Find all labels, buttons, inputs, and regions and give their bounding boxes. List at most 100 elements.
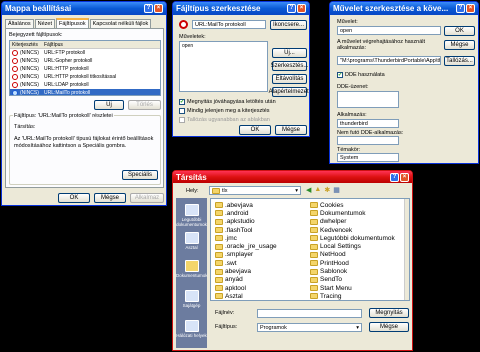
place-my-computer[interactable]: Sajátgép [176, 290, 207, 308]
row-file-type: URL:HTTP protokoll [44, 66, 89, 72]
folder-item[interactable]: Kedvencek [310, 226, 402, 234]
folder-item[interactable]: anyád [215, 276, 310, 284]
folder-item[interactable]: PrintHood [310, 259, 402, 267]
help-icon[interactable]: ? [144, 4, 153, 13]
remove-action-button[interactable]: Eltávolítás [272, 74, 307, 84]
topic-field[interactable]: System [337, 153, 399, 162]
close-icon[interactable]: × [297, 4, 306, 13]
cancel-button[interactable]: Mégse [94, 193, 126, 203]
type-name-field[interactable]: URL:MailTo protokoll [192, 20, 266, 29]
help-icon[interactable]: ? [390, 172, 399, 182]
confirm-open-checkbox[interactable]: ✔ Megnyitás jóváhagyása letöltés után [179, 99, 276, 105]
place-desktop[interactable]: Asztal [176, 232, 207, 250]
folder-item[interactable]: Dokumentumok [310, 209, 402, 217]
close-icon[interactable]: × [400, 172, 409, 182]
new-type-button[interactable]: Új [94, 100, 124, 110]
folder-item[interactable]: .abevjava [215, 201, 310, 209]
folder-item[interactable]: Legutóbbi dokumentumok [310, 234, 402, 242]
folder-item[interactable]: .apkstudio [215, 218, 310, 226]
show-extension-checkbox[interactable]: Mindig jelenjen meg a kiterjesztés [179, 108, 270, 114]
new-action-button[interactable]: Új... [272, 48, 307, 58]
folder-item[interactable]: abevjava [215, 267, 310, 275]
action-name-field[interactable]: open [337, 26, 441, 35]
folder-item[interactable]: Start Menu [310, 284, 402, 292]
tab-offline-files[interactable]: Kapcsolat nélküli fájlok [89, 19, 152, 28]
advanced-button[interactable]: Speciális [122, 170, 158, 180]
close-icon[interactable]: × [154, 4, 163, 13]
tab-view[interactable]: Nézet [34, 19, 56, 28]
dde-application-field[interactable]: thunderbird [337, 119, 399, 128]
ok-button[interactable]: OK [444, 26, 475, 36]
filename-field[interactable] [257, 309, 362, 318]
view-menu-icon[interactable]: ▦ [333, 186, 340, 194]
cancel-button[interactable]: Mégse [275, 125, 307, 135]
folder-item[interactable]: Sablonok [310, 267, 402, 275]
use-dde-checkbox[interactable]: ✔ DDE használata [337, 72, 385, 78]
delete-type-button[interactable]: Törlés [128, 100, 161, 110]
folder-item[interactable]: .flashTool [215, 226, 310, 234]
file-types-list[interactable]: Kiterjesztés Fájltípus (NINCS) URL:FTP pr… [9, 40, 161, 96]
back-icon[interactable]: ◀ [306, 186, 311, 194]
folder-item[interactable]: .oracle_jre_usage [215, 242, 310, 250]
folder-item[interactable]: apktool [215, 284, 310, 292]
cancel-button[interactable]: Mégse [369, 322, 409, 332]
new-folder-icon[interactable]: ✱ [324, 186, 330, 194]
file-type-row[interactable]: (NINCS) URL:LDAP protokoll [10, 81, 160, 89]
folder-item[interactable]: Asztal [215, 292, 310, 300]
edit-action-titlebar[interactable]: Művelet szerkesztése a köve... ? × [330, 2, 478, 15]
dde-message-field[interactable] [337, 91, 399, 108]
col-file-type[interactable]: Fájltípus [44, 42, 63, 48]
set-default-button[interactable]: Alapértelmezett [269, 87, 309, 97]
ok-button[interactable]: OK [239, 125, 271, 135]
computer-icon [184, 290, 199, 302]
place-network[interactable]: Hálózati helyek [176, 320, 207, 338]
change-icon-button[interactable]: Ikoncsere... [270, 20, 307, 30]
tab-general[interactable]: Általános [5, 19, 34, 28]
open-button[interactable]: Megnyitás [369, 308, 409, 318]
close-icon[interactable]: × [466, 4, 475, 13]
help-icon[interactable]: ? [456, 4, 465, 13]
file-type-row[interactable]: (NINCS) URL:HTTP protokoll [10, 65, 160, 73]
folder-item[interactable]: .smplayer [215, 251, 310, 259]
cancel-button[interactable]: Mégse [444, 40, 475, 50]
application-path-field[interactable]: "M:\programs\ThunderbirdPortable\App\thu… [337, 56, 441, 65]
scrollbar[interactable] [404, 199, 409, 300]
look-in-dropdown[interactable]: tlx ▾ [209, 186, 301, 195]
ok-button[interactable]: OK [58, 193, 90, 203]
up-folder-icon[interactable]: ▲ [314, 186, 321, 194]
col-extension[interactable]: Kiterjesztés [10, 42, 44, 48]
folder-options-titlebar[interactable]: Mappa beállításai ? × [2, 2, 166, 15]
folder-item[interactable]: NetHood [310, 251, 402, 259]
file-type-row[interactable]: (NINCS) URL:MailTo protokoll [10, 89, 160, 95]
folder-item[interactable]: dwhelper [310, 218, 402, 226]
folder-item[interactable]: .swt [215, 259, 310, 267]
folder-icon [310, 202, 318, 209]
place-documents[interactable]: Dokumentumok [176, 260, 208, 278]
browse-button[interactable]: Tallózás... [444, 56, 475, 66]
folder-item[interactable]: .android [215, 209, 310, 217]
folder-item[interactable]: SendTo [310, 276, 402, 284]
filename-label: Fájlnév: [215, 310, 235, 316]
file-type-row[interactable]: (NINCS) URL:HTTP protokoll titkosítással [10, 73, 160, 81]
actions-list[interactable]: open [179, 41, 268, 92]
row-extension: (NINCS) [20, 50, 39, 56]
folder-item[interactable]: Cookies [310, 201, 402, 209]
edit-file-type-titlebar[interactable]: Fájltípus szerkesztése ? × [173, 2, 309, 15]
filetype-dropdown[interactable]: Programok ▾ [257, 323, 362, 332]
file-type-row[interactable]: (NINCS) URL:Gopher protokoll [10, 57, 160, 65]
folder-name: .swt [225, 259, 237, 267]
folder-item[interactable]: Local Settings [310, 242, 402, 250]
folder-item[interactable]: Tracing [310, 292, 402, 300]
folder-item[interactable]: .jmc [215, 234, 310, 242]
folder-icon [215, 202, 223, 209]
apply-button[interactable]: Alkalmaz [130, 193, 164, 203]
action-item[interactable]: open [180, 42, 267, 50]
open-with-titlebar[interactable]: Társítás ? × [173, 171, 412, 183]
edit-action-button[interactable]: Szerkesztés... [271, 61, 308, 71]
tab-file-types[interactable]: Fájltípusok [56, 18, 89, 28]
dde-not-running-field[interactable] [337, 136, 399, 145]
place-recent[interactable]: Legutóbbi dokumentumok [176, 204, 207, 227]
file-list[interactable]: .abevjava .android .apkstudio .flashTool .jm… [210, 198, 410, 301]
file-type-row[interactable]: (NINCS) URL:FTP protokoll [10, 49, 160, 57]
help-icon[interactable]: ? [287, 4, 296, 13]
